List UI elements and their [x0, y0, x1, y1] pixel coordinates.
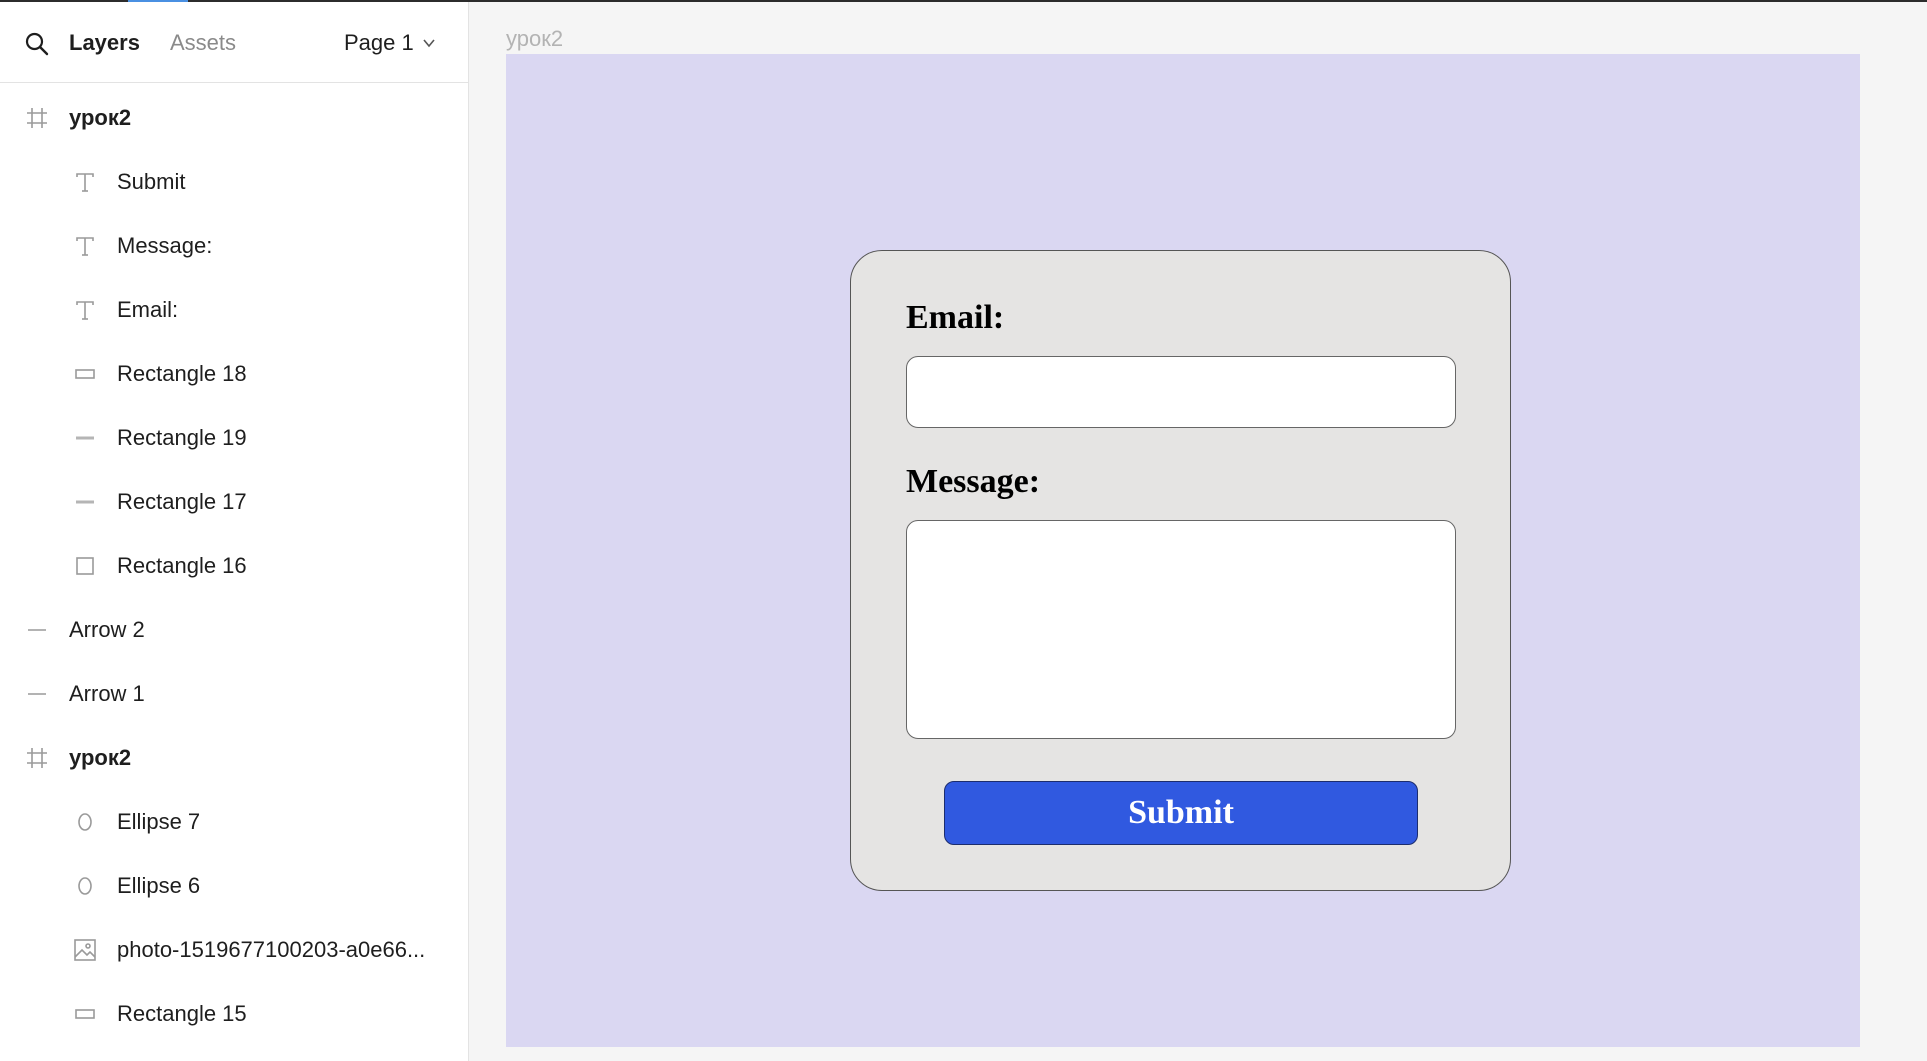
- ellipse-icon: [72, 873, 98, 899]
- layer-row[interactable]: урок2: [0, 726, 468, 790]
- layer-label: Rectangle 19: [117, 425, 247, 450]
- rectangle-icon: [72, 361, 98, 387]
- submit-button-label: Submit: [1128, 794, 1234, 831]
- tab-layers[interactable]: Layers: [69, 30, 140, 56]
- layer-label: Rectangle 17: [117, 489, 247, 514]
- layer-row[interactable]: Rectangle 17: [0, 470, 468, 534]
- layer-row[interactable]: Rectangle 18: [0, 342, 468, 406]
- layer-label: Message:: [117, 233, 213, 258]
- line-rectangle-icon: [72, 489, 98, 515]
- text-icon: [72, 169, 98, 195]
- form-card[interactable]: Email: Message: Submit: [850, 250, 1511, 891]
- layer-label: Rectangle 16: [117, 553, 247, 578]
- message-label: Message:: [906, 463, 1041, 500]
- layers-sidebar: Layers Assets Page 1 урок2 Submit Message:…: [0, 2, 469, 1061]
- frame-board[interactable]: Email: Message: Submit: [506, 54, 1860, 1047]
- layer-row[interactable]: Email:: [0, 278, 468, 342]
- frame-icon: [24, 745, 50, 771]
- layer-label: Ellipse 6: [117, 873, 201, 898]
- layer-label: Rectangle 15: [117, 1001, 247, 1026]
- email-field[interactable]: [906, 356, 1456, 428]
- text-icon: [72, 233, 98, 259]
- layer-label: Ellipse 7: [117, 809, 201, 834]
- layer-row[interactable]: урок2: [0, 86, 468, 150]
- layer-row[interactable]: Message:: [0, 214, 468, 278]
- layer-label: урок2: [69, 105, 132, 130]
- layer-row[interactable]: Rectangle 16: [0, 534, 468, 598]
- layer-label: Email:: [117, 297, 179, 322]
- line-icon: [24, 681, 50, 707]
- ellipse-icon: [72, 809, 98, 835]
- layer-label: Submit: [117, 169, 186, 194]
- layer-row[interactable]: Ellipse 7: [0, 790, 468, 854]
- layer-row[interactable]: Arrow 2: [0, 598, 468, 662]
- layer-label: урок2: [69, 745, 132, 770]
- layer-row[interactable]: Rectangle 15: [0, 982, 468, 1046]
- canvas[interactable]: урок2 Email: Message: Submit: [469, 2, 1927, 1061]
- layer-row[interactable]: Arrow 1: [0, 662, 468, 726]
- message-field[interactable]: [906, 520, 1456, 739]
- page-selector-label: Page 1: [344, 30, 414, 55]
- layer-row[interactable]: Submit: [0, 150, 468, 214]
- page-selector[interactable]: Page 1: [344, 30, 436, 56]
- text-icon: [72, 297, 98, 323]
- layer-row[interactable]: Rectangle 19: [0, 406, 468, 470]
- tab-assets[interactable]: Assets: [170, 30, 236, 56]
- chevron-down-icon: [422, 30, 436, 56]
- sidebar-header: Layers Assets Page 1: [0, 2, 468, 83]
- line-rectangle-icon: [72, 425, 98, 451]
- layer-label: Arrow 1: [69, 681, 145, 706]
- image-icon: [72, 937, 98, 963]
- submit-button[interactable]: Submit: [944, 781, 1418, 845]
- frame-title[interactable]: урок2: [506, 26, 563, 52]
- layer-row[interactable]: photo-1519677100203-a0e66...: [0, 918, 468, 982]
- layer-label: photo-1519677100203-a0e66...: [117, 937, 426, 962]
- layer-label: Rectangle 18: [117, 361, 247, 386]
- square-icon: [72, 553, 98, 579]
- layer-row[interactable]: Ellipse 6: [0, 854, 468, 918]
- layer-label: Arrow 2: [69, 617, 145, 642]
- rectangle-icon: [72, 1001, 98, 1027]
- frame-icon: [24, 105, 50, 131]
- search-icon[interactable]: [24, 31, 50, 57]
- line-icon: [24, 617, 50, 643]
- email-label: Email:: [906, 299, 1005, 336]
